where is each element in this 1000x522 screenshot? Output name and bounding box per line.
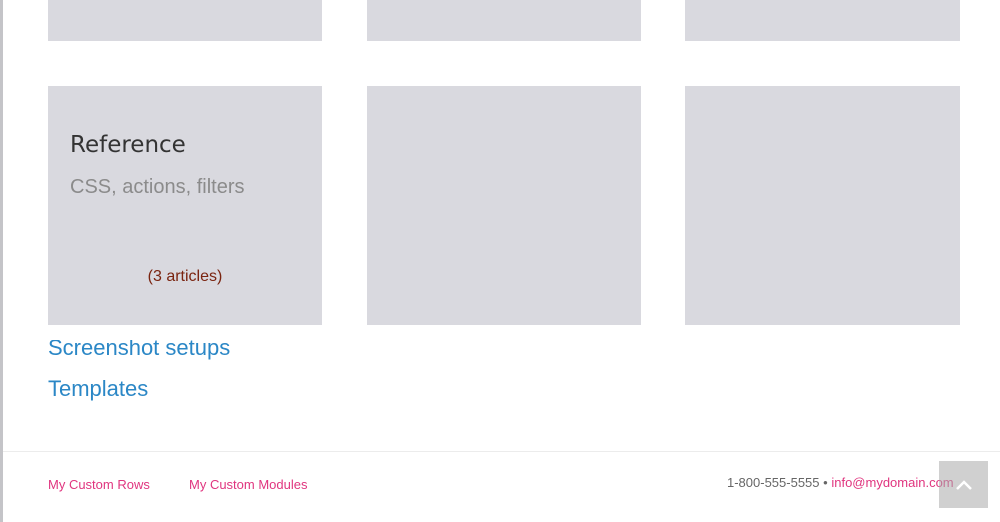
article-count: (3 articles) bbox=[147, 268, 223, 285]
separator: • bbox=[823, 475, 828, 490]
category-link-templates[interactable]: Templates bbox=[48, 376, 148, 402]
category-tile[interactable] bbox=[685, 86, 960, 325]
category-tile-reference[interactable]: Reference CSS, actions, filters (3 artic… bbox=[48, 86, 322, 325]
phone-number: 1-800-555-5555 bbox=[727, 475, 820, 490]
footer-contact: 1-800-555-5555 • info@mydomain.com bbox=[727, 475, 954, 490]
tile-subtitle: CSS, actions, filters bbox=[70, 176, 245, 198]
tile-title: Reference bbox=[70, 132, 186, 158]
chevron-up-icon bbox=[955, 479, 972, 490]
page: Reference CSS, actions, filters (3 artic… bbox=[0, 0, 1000, 522]
category-tile[interactable] bbox=[367, 86, 641, 325]
category-tile[interactable] bbox=[367, 0, 641, 41]
footer-divider bbox=[3, 451, 1000, 452]
footer-link-custom-modules[interactable]: My Custom Modules bbox=[189, 477, 307, 492]
footer-link-custom-rows[interactable]: My Custom Rows bbox=[48, 477, 150, 492]
email-link[interactable]: info@mydomain.com bbox=[831, 475, 953, 490]
category-tile[interactable] bbox=[685, 0, 960, 41]
category-tile[interactable] bbox=[48, 0, 322, 41]
back-to-top-button[interactable] bbox=[939, 461, 988, 508]
link-overlay bbox=[48, 326, 348, 340]
